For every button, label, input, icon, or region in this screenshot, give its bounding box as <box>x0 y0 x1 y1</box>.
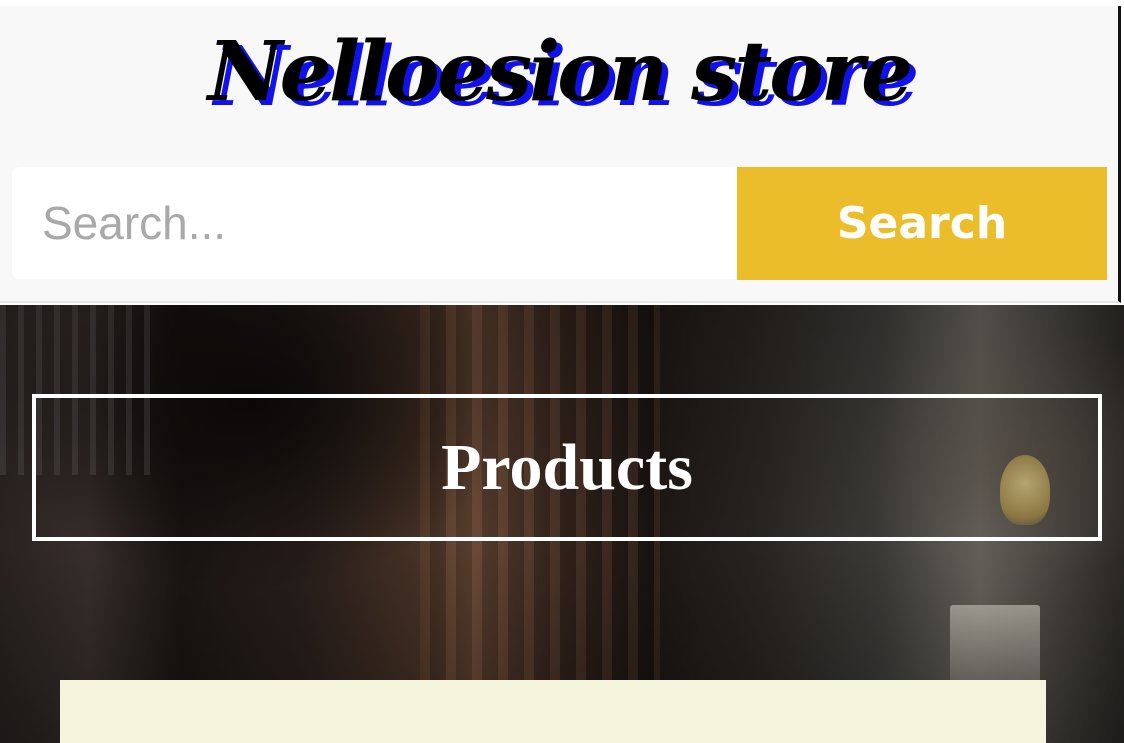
page: Nelloesion store Search Products <box>0 0 1124 743</box>
search-button[interactable]: Search <box>737 167 1107 280</box>
site-header: Nelloesion store Search <box>0 6 1121 303</box>
products-heading: Products <box>441 430 693 504</box>
brand-title[interactable]: Nelloesion store <box>0 24 1118 120</box>
search-input[interactable] <box>12 167 738 279</box>
products-banner: Products <box>32 394 1102 541</box>
product-card[interactable] <box>60 680 1046 743</box>
